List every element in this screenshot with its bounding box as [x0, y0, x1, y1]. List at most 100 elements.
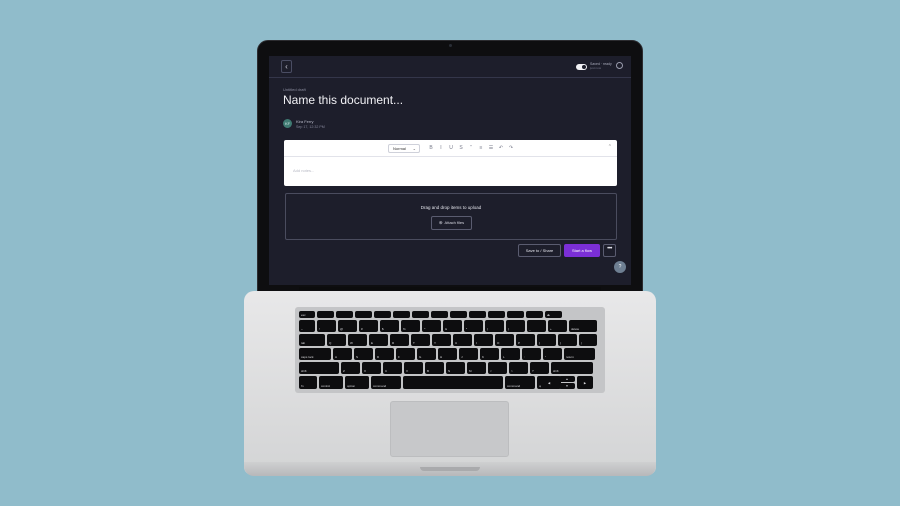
keyboard-key: :: [522, 348, 541, 360]
keyboard-key: caps lock: [299, 348, 331, 360]
keyboard-key: {: [537, 334, 556, 346]
keyboard-key: Z: [341, 362, 360, 374]
keyboard-key: #: [359, 320, 378, 332]
keyboard-key: M: [467, 362, 486, 374]
keyboard-key: }: [558, 334, 577, 346]
keyboard-key: return: [564, 348, 595, 360]
keyboard-key: C: [383, 362, 402, 374]
keyboard-key: B: [425, 362, 444, 374]
keyboard-key: [393, 311, 410, 318]
keyboard-key: >: [509, 362, 528, 374]
file-dropzone[interactable]: Drag and drop items to upload ⊛ Attach f…: [285, 193, 617, 240]
autosave-toggle[interactable]: [576, 64, 587, 70]
keyboard-key: [431, 311, 448, 318]
keyboard-key: ?: [530, 362, 549, 374]
keyboard-key: Y: [432, 334, 451, 346]
chevron-left-icon: ‹: [285, 62, 288, 71]
keyboard-key: F: [396, 348, 415, 360]
keyboard-key: O: [495, 334, 514, 346]
keyboard-key: [469, 311, 486, 318]
author-name: Kira Ferry: [296, 119, 314, 124]
keyboard-key: &: [443, 320, 462, 332]
keyboard-key: [317, 311, 334, 318]
trackpad[interactable]: [390, 401, 509, 457]
app-screen: ‹ Saved · ready just now Untitled draft …: [269, 56, 631, 285]
top-bar: ‹ Saved · ready just now: [269, 56, 631, 78]
keyboard-key: H: [438, 348, 457, 360]
arrow-key: ▲: [559, 376, 575, 382]
keyboard-key: $: [380, 320, 399, 332]
keyboard-key: [336, 311, 353, 318]
keyboard-key: control: [319, 376, 343, 389]
keyboard-key: +: [548, 320, 567, 332]
keyboard-key: V: [404, 362, 423, 374]
quote-icon[interactable]: “: [468, 145, 474, 151]
document-title[interactable]: Name this document...: [283, 93, 403, 107]
ordered-list-icon[interactable]: ≡: [478, 145, 484, 151]
keyboard-key: L: [501, 348, 520, 360]
avatar: KF: [283, 119, 292, 128]
keyboard-key: esc: [299, 311, 315, 318]
start-flow-button[interactable]: Start a flow: [564, 244, 600, 257]
keyboard-key: ^: [422, 320, 441, 332]
keyboard-key: command: [371, 376, 401, 389]
keyboard-key: [488, 311, 505, 318]
keyboard-key: ): [506, 320, 525, 332]
keyboard-key: !: [317, 320, 336, 332]
keyboard-key: X: [362, 362, 381, 374]
strikethrough-icon[interactable]: S: [458, 145, 464, 151]
chevron-up-icon[interactable]: ⌃: [608, 144, 612, 150]
format-select[interactable]: Normal ⌄: [388, 144, 420, 153]
attach-files-label: Attach files: [444, 220, 465, 225]
clock-icon[interactable]: [616, 62, 623, 69]
keyboard-key: ": [543, 348, 562, 360]
document-date: Sep 17, 12:32 PM: [296, 125, 325, 129]
keyboard-key: D: [375, 348, 394, 360]
keyboard-key: %: [401, 320, 420, 332]
more-options-button[interactable]: •••: [603, 244, 616, 257]
redo-icon[interactable]: ↷: [508, 145, 514, 151]
keyboard-key: _: [527, 320, 546, 332]
arrow-key: ▼: [559, 383, 575, 389]
autosave-status: Saved · ready just now: [590, 62, 612, 70]
bullet-list-icon[interactable]: ☰: [488, 145, 494, 151]
underline-icon[interactable]: U: [448, 145, 454, 151]
keyboard-key: ~: [299, 320, 315, 332]
keyboard-key: [450, 311, 467, 318]
keyboard-key: shift: [299, 362, 339, 374]
keyboard-key: [526, 311, 543, 318]
keyboard-key: option: [345, 376, 369, 389]
attach-files-button[interactable]: ⊛ Attach files: [431, 216, 472, 230]
editor-input[interactable]: Add notes...: [293, 168, 314, 173]
keyboard-key: delete: [569, 320, 597, 332]
keyboard-key: tab: [299, 334, 325, 346]
keyboard-key: W: [348, 334, 367, 346]
keyboard-key: |: [579, 334, 597, 346]
keyboard-key: fn: [299, 376, 317, 389]
keyboard-key: K: [480, 348, 499, 360]
keyboard-key: <: [488, 362, 507, 374]
paperclip-icon: ⊛: [438, 220, 443, 225]
keyboard-key: ⏏: [545, 311, 562, 318]
keyboard-key: Q: [327, 334, 346, 346]
italic-icon[interactable]: I: [438, 145, 444, 151]
save-share-button[interactable]: Save to / Share: [518, 244, 561, 257]
keyboard-key: S: [354, 348, 373, 360]
help-button[interactable]: ?: [614, 261, 626, 273]
keyboard-key: (: [485, 320, 504, 332]
rich-text-editor: Normal ⌄ B I U S “ ≡ ☰ ↶ ↷ ⌃ Add notes..…: [284, 140, 617, 186]
keyboard-key: [403, 376, 503, 389]
keyboard-key: *: [464, 320, 483, 332]
keyboard-key: R: [390, 334, 409, 346]
breadcrumb[interactable]: Untitled draft: [283, 87, 306, 92]
keyboard-key: [507, 311, 524, 318]
back-button[interactable]: ‹: [281, 60, 292, 73]
editor-toolbar: Normal ⌄ B I U S “ ≡ ☰ ↶ ↷ ⌃: [284, 140, 617, 157]
dropzone-text: Drag and drop items to upload: [420, 205, 482, 210]
keyboard-key: @: [338, 320, 357, 332]
bold-icon[interactable]: B: [428, 145, 434, 151]
keyboard-key: E: [369, 334, 388, 346]
undo-icon[interactable]: ↶: [498, 145, 504, 151]
keyboard-key: I: [474, 334, 493, 346]
webcam-icon: [449, 44, 452, 47]
